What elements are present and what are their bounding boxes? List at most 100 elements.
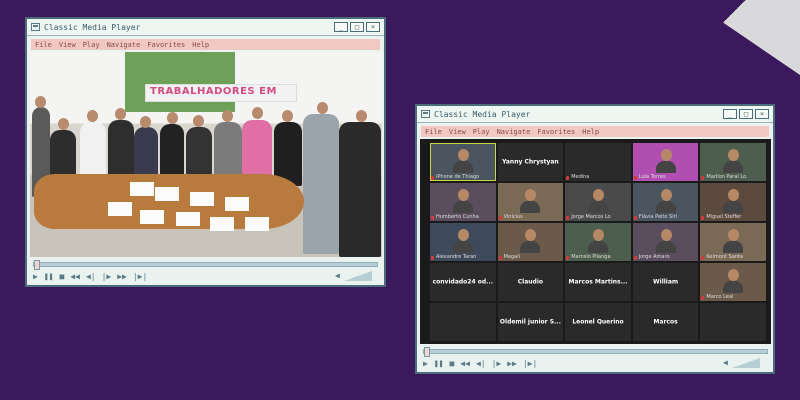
participant-tile[interactable]: Flávia Peito Sirí bbox=[632, 183, 699, 221]
participant-video bbox=[720, 186, 746, 213]
head bbox=[115, 108, 126, 120]
head bbox=[193, 115, 204, 127]
participant-tile[interactable]: Alexandre Taran bbox=[430, 223, 496, 261]
participant-name-center: Marcos bbox=[653, 318, 678, 326]
menu-play[interactable]: Play bbox=[83, 41, 100, 49]
participant-body bbox=[520, 241, 541, 253]
next-icon[interactable]: |▶ bbox=[102, 272, 112, 282]
paper bbox=[130, 182, 154, 196]
speaker-icon[interactable]: ◀ bbox=[723, 358, 728, 368]
participant-tile[interactable]: Jorge Amaro bbox=[632, 223, 699, 261]
seek-knob[interactable] bbox=[424, 347, 430, 357]
paper bbox=[245, 217, 269, 231]
head bbox=[167, 112, 178, 124]
title-bar[interactable]: Classic Media Player _ □ × bbox=[27, 19, 384, 36]
participant-face bbox=[728, 149, 740, 161]
menu-play[interactable]: Play bbox=[473, 128, 490, 136]
participant-name: Humberto Cunha bbox=[436, 214, 479, 220]
menu-favorites[interactable]: Favorites bbox=[537, 128, 575, 136]
maximize-button[interactable]: □ bbox=[739, 109, 753, 119]
participant-tile[interactable] bbox=[700, 303, 766, 341]
menu-file[interactable]: File bbox=[425, 128, 442, 136]
menu-view[interactable]: View bbox=[59, 41, 76, 49]
video-viewport[interactable]: TRABALHADORES EM bbox=[30, 52, 382, 257]
participant-tile[interactable]: Marco Leal bbox=[700, 263, 766, 301]
participant-face bbox=[592, 189, 604, 201]
participant-tile[interactable]: Jorge Marcos Lo bbox=[565, 183, 631, 221]
participant-tile[interactable]: Marcos Martins... bbox=[565, 263, 631, 301]
participant-tile[interactable]: iPhone de Thiago bbox=[430, 143, 496, 181]
person bbox=[303, 114, 339, 254]
next-icon[interactable]: |▶ bbox=[492, 359, 502, 369]
participant-tile[interactable]: Kelmont Santa bbox=[700, 223, 766, 261]
participant-name: iPhone de Thiago bbox=[436, 174, 480, 180]
frame-icon[interactable]: |▶| bbox=[133, 272, 147, 282]
participant-tile[interactable]: Lula Torres bbox=[632, 143, 699, 181]
pause-icon[interactable]: ❚❚ bbox=[434, 359, 444, 369]
stop-icon[interactable]: ■ bbox=[59, 272, 64, 282]
speaker-icon[interactable]: ◀ bbox=[335, 271, 340, 281]
app-icon bbox=[421, 110, 430, 118]
rewind-icon[interactable]: ◀◀ bbox=[70, 272, 80, 282]
menu-navigate[interactable]: Navigate bbox=[107, 41, 141, 49]
paper bbox=[190, 192, 214, 206]
participant-tile[interactable]: Humberto Cunha bbox=[430, 183, 496, 221]
seek-knob[interactable] bbox=[34, 260, 40, 270]
participant-face bbox=[457, 149, 469, 161]
media-player-window-left: Classic Media Player _ □ × File View Pla… bbox=[25, 17, 386, 287]
participant-tile[interactable]: Marllon Paraí Lo bbox=[700, 143, 766, 181]
window-title: Classic Media Player bbox=[434, 109, 531, 119]
prev-icon[interactable]: ◀| bbox=[86, 272, 96, 282]
menu-bar: File View Play Navigate Favorites Help bbox=[421, 126, 769, 137]
participant-tile[interactable]: Yanny Chrystyan bbox=[497, 143, 564, 181]
participant-tile[interactable]: Vinícius bbox=[497, 183, 564, 221]
volume-slider[interactable] bbox=[731, 358, 760, 368]
participant-tile[interactable]: Magali bbox=[497, 223, 564, 261]
video-viewport[interactable]: iPhone de Thiago Yanny Chrystyan Medina Lul… bbox=[420, 139, 771, 344]
participant-tile[interactable]: Miguel Steffer bbox=[700, 183, 766, 221]
stop-icon[interactable]: ■ bbox=[449, 359, 454, 369]
participant-body bbox=[723, 161, 744, 173]
fast-forward-icon[interactable]: ▶▶ bbox=[117, 272, 127, 282]
participant-tile[interactable]: Marcelo Pilanga bbox=[565, 223, 631, 261]
volume-control[interactable]: ◀ bbox=[723, 358, 760, 368]
menu-help[interactable]: Help bbox=[192, 41, 209, 49]
play-icon[interactable]: ▶ bbox=[33, 272, 38, 282]
head bbox=[252, 107, 263, 119]
head bbox=[356, 110, 367, 122]
minimize-button[interactable]: _ bbox=[723, 109, 737, 119]
menu-help[interactable]: Help bbox=[582, 128, 599, 136]
close-button[interactable]: × bbox=[366, 22, 380, 32]
person bbox=[339, 122, 381, 257]
menu-favorites[interactable]: Favorites bbox=[147, 41, 185, 49]
prev-icon[interactable]: ◀| bbox=[476, 359, 486, 369]
participant-tile[interactable]: William bbox=[632, 263, 699, 301]
participant-name: Vinícius bbox=[503, 214, 523, 220]
frame-icon[interactable]: |▶| bbox=[523, 359, 537, 369]
fast-forward-icon[interactable]: ▶▶ bbox=[507, 359, 517, 369]
participant-body bbox=[452, 201, 473, 213]
menu-file[interactable]: File bbox=[35, 41, 52, 49]
pause-icon[interactable]: ❚❚ bbox=[44, 272, 54, 282]
rewind-icon[interactable]: ◀◀ bbox=[460, 359, 470, 369]
participant-tile[interactable]: convidado24 od... bbox=[430, 263, 496, 301]
minimize-button[interactable]: _ bbox=[334, 22, 348, 32]
volume-slider[interactable] bbox=[343, 271, 372, 281]
maximize-button[interactable]: □ bbox=[350, 22, 364, 32]
participant-tile[interactable]: Leonel Querino bbox=[565, 303, 631, 341]
participant-tile[interactable]: Marcos bbox=[632, 303, 699, 341]
participant-tile[interactable]: Oldemil junior S... bbox=[497, 303, 564, 341]
close-button[interactable]: × bbox=[755, 109, 769, 119]
seek-bar[interactable] bbox=[33, 260, 378, 270]
participant-tile[interactable] bbox=[430, 303, 496, 341]
seek-bar[interactable] bbox=[423, 347, 768, 357]
menu-navigate[interactable]: Navigate bbox=[497, 128, 531, 136]
participant-name: Marco Leal bbox=[706, 294, 734, 300]
volume-control[interactable]: ◀ bbox=[335, 271, 372, 281]
participant-tile[interactable]: Medina bbox=[565, 143, 631, 181]
play-icon[interactable]: ▶ bbox=[423, 359, 428, 369]
title-bar[interactable]: Classic Media Player _ □ × bbox=[417, 106, 773, 123]
participant-tile[interactable]: Claudio bbox=[497, 263, 564, 301]
participant-name: Kelmont Santa bbox=[706, 254, 743, 260]
menu-view[interactable]: View bbox=[449, 128, 466, 136]
